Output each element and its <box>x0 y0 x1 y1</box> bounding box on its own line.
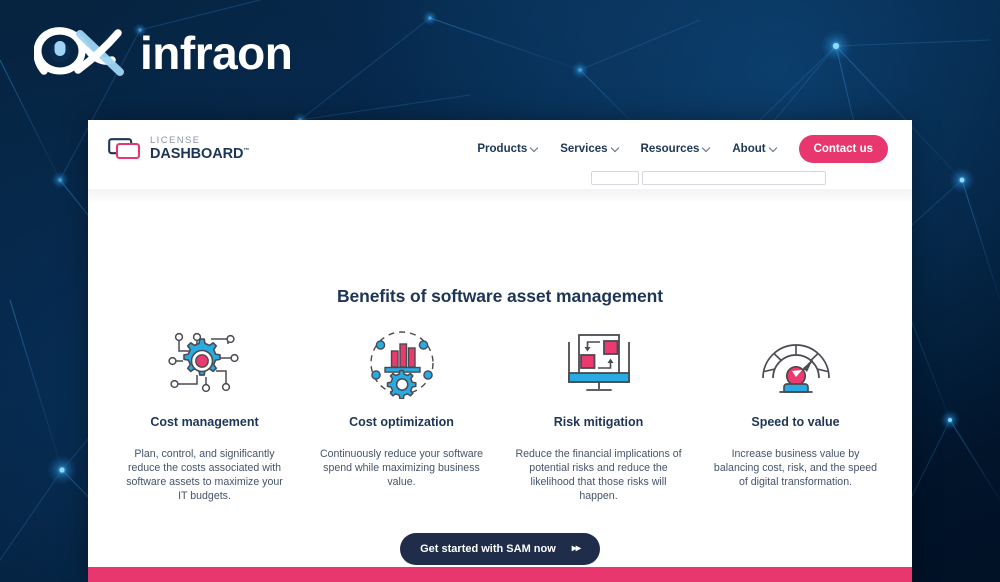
nav-item-products[interactable]: Products <box>477 143 539 155</box>
chevron-down-icon <box>703 144 711 152</box>
card-icon-wrap <box>755 325 837 401</box>
benefit-description: Reduce the financial implications of pot… <box>515 448 682 502</box>
speedometer-gauge-icon <box>761 344 830 393</box>
nav-label-about: About <box>732 142 766 155</box>
logo-line-license: LICENSE <box>150 135 201 146</box>
logo-dashboard-text: DASHBOARD <box>150 145 244 162</box>
benefits-card-list: Cost management Plan, control, and signi… <box>106 325 894 504</box>
benefit-title: Cost management <box>150 415 259 429</box>
card-icon-wrap <box>560 325 638 401</box>
benefit-card-risk-mitigation: Risk mitigation Reduce the financial imp… <box>500 325 697 504</box>
nav-item-about[interactable]: About <box>732 143 777 155</box>
benefit-card-speed-to-value: Speed to value Increase business value b… <box>697 325 894 504</box>
cut-off-field-right[interactable] <box>642 171 826 185</box>
benefit-description: Continuously reduce your software spend … <box>319 448 484 488</box>
benefit-description: Plan, control, and significantly reduce … <box>126 448 283 502</box>
nav-item-services[interactable]: Services <box>560 143 619 155</box>
card-icon-wrap <box>366 325 438 401</box>
trademark-symbol: ™ <box>243 147 250 154</box>
benefit-title: Speed to value <box>751 415 840 429</box>
main-navigation: Products Services Resources About Contac… <box>477 134 888 163</box>
infraon-eye-ribbon-icon <box>34 27 124 76</box>
license-dashboard-logo[interactable]: LICENSE DASHBOARD™ <box>108 136 249 161</box>
nav-item-resources[interactable]: Resources <box>641 143 712 155</box>
benefit-title: Risk mitigation <box>553 415 644 429</box>
benefit-description: Increase business value by balancing cos… <box>713 448 878 488</box>
infraon-brand-logo: infraon <box>34 24 293 82</box>
page-title: Benefits of software asset management <box>337 286 663 306</box>
logo-line-dashboard: DASHBOARD™ <box>150 145 250 162</box>
nav-label-products: Products <box>477 142 528 155</box>
license-dashboard-rectangles-icon <box>108 137 141 159</box>
cta-row: Get started with SAM now ▸▸ <box>106 532 894 565</box>
benefit-title: Cost optimization <box>349 415 454 429</box>
nav-label-services: Services <box>560 142 608 155</box>
cta-label: Get started with SAM now <box>420 542 556 555</box>
website-panel: LICENSE DASHBOARD™ Products Services Res… <box>88 120 912 582</box>
cut-off-field-left[interactable] <box>591 171 639 185</box>
background-stage: infraon LICENSE DASHBOARD™ Products Serv… <box>0 0 1000 582</box>
double-chevron-right-icon: ▸▸ <box>571 543 581 554</box>
benefit-card-cost-management: Cost management Plan, control, and signi… <box>106 325 303 504</box>
cut-off-form-strip <box>88 171 912 189</box>
get-started-with-sam-button[interactable]: Get started with SAM now ▸▸ <box>400 532 600 565</box>
header-shadow-fade <box>88 189 912 203</box>
bottom-accent-bar <box>88 567 912 582</box>
site-header: LICENSE DASHBOARD™ Products Services Res… <box>88 120 912 177</box>
benefit-card-cost-optimization: Cost optimization Continuously reduce yo… <box>303 325 500 504</box>
chevron-down-icon <box>612 144 620 152</box>
monitor-workflow-icon <box>567 334 630 391</box>
brand-name: infraon <box>140 27 293 79</box>
chevron-down-icon <box>531 144 539 152</box>
bar-chart-gear-icon <box>369 331 434 399</box>
nav-label-resources: Resources <box>640 142 700 155</box>
contact-us-button[interactable]: Contact us <box>798 134 888 163</box>
card-icon-wrap <box>166 325 244 401</box>
gear-circuit-nodes-icon <box>167 332 239 393</box>
chevron-down-icon <box>770 144 778 152</box>
main-content: Benefits of software asset management Co… <box>88 286 912 565</box>
